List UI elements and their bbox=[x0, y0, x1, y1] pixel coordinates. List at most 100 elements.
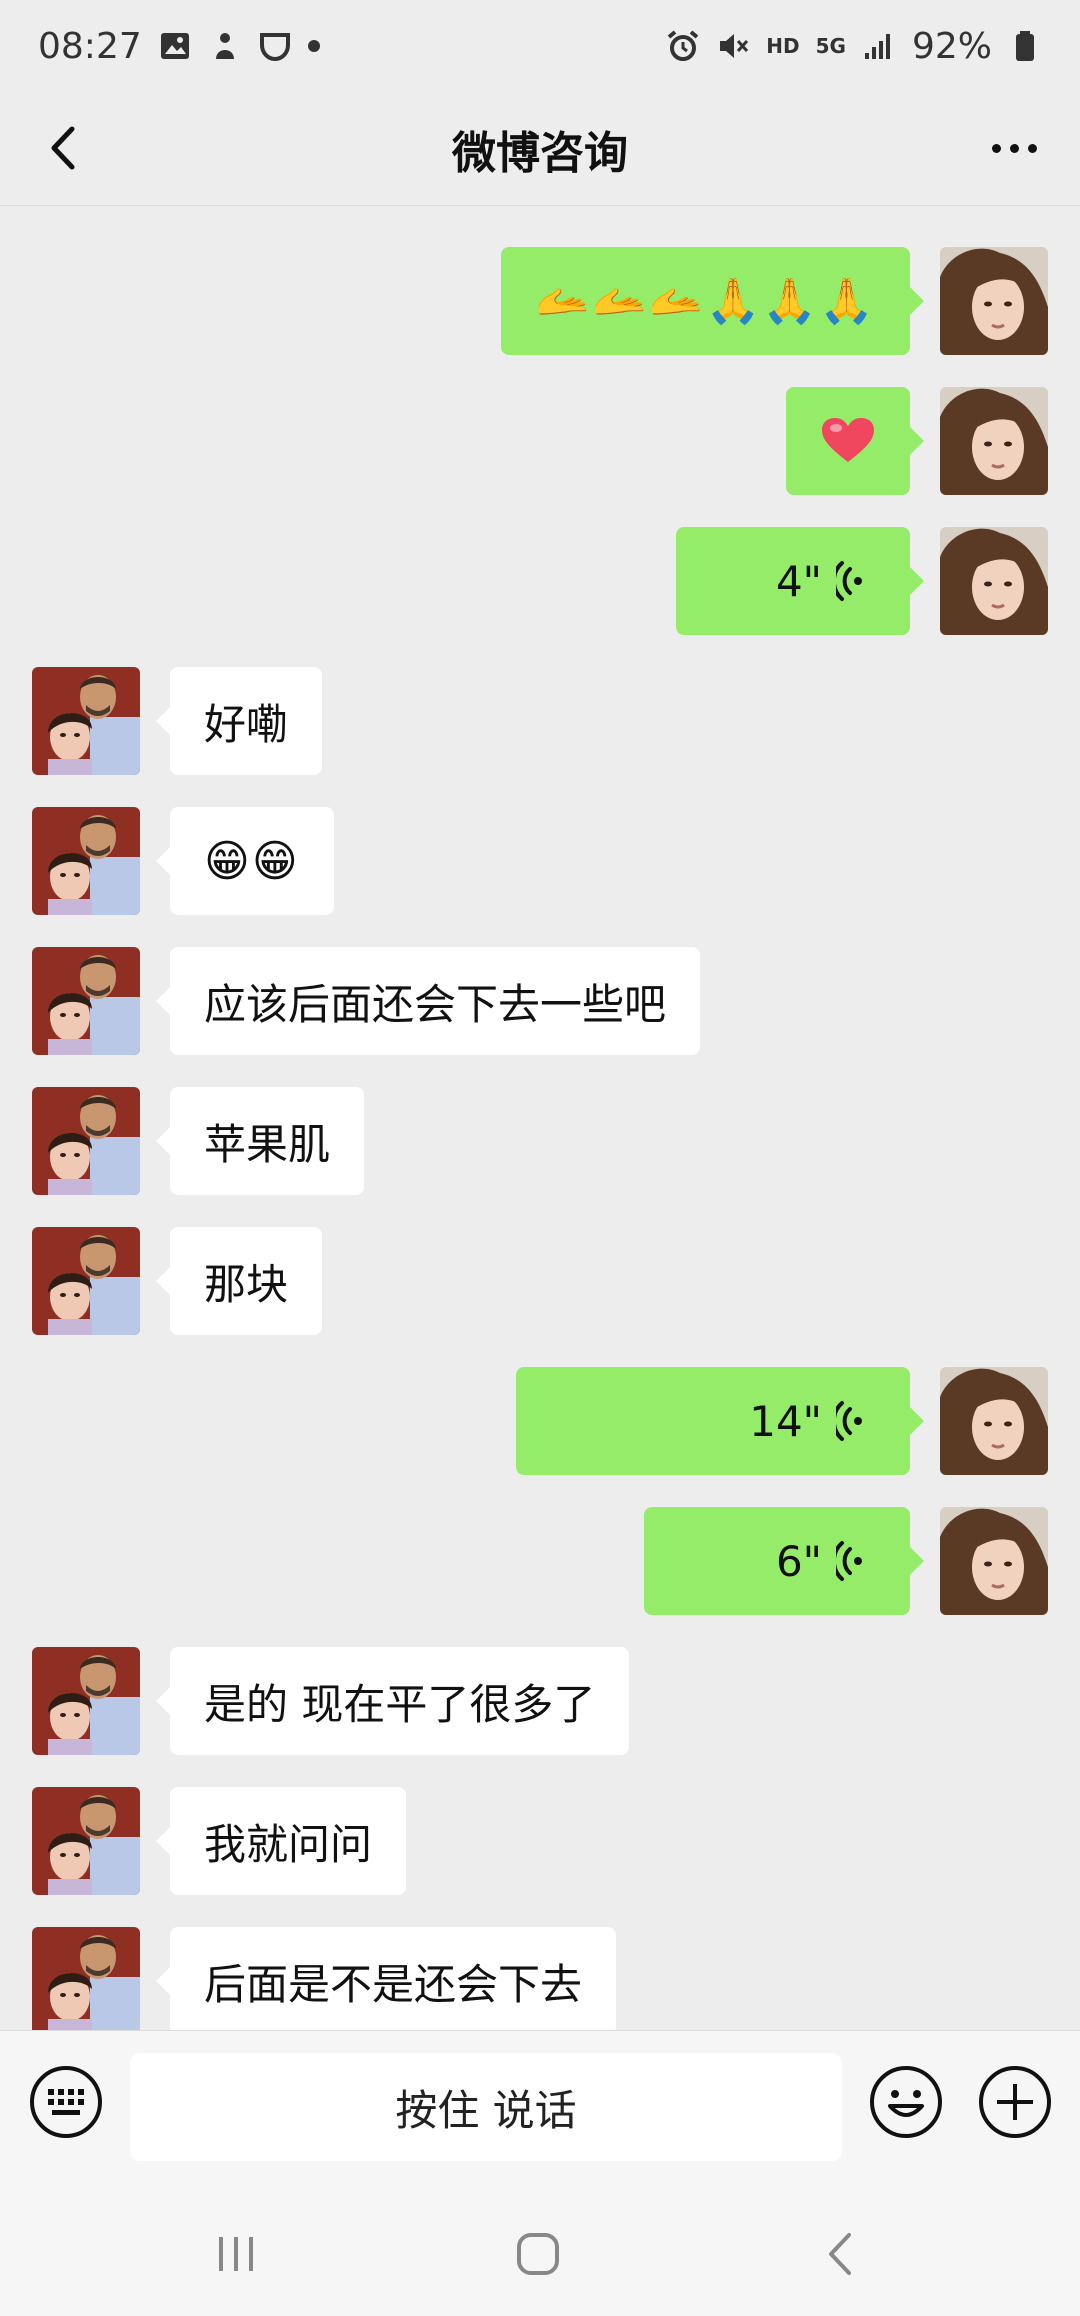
message-text: 🫴🫴🫴🙏🙏🙏 bbox=[535, 276, 876, 327]
contact-avatar[interactable] bbox=[32, 947, 140, 1055]
contact-avatar-image bbox=[32, 1647, 140, 1755]
contact-avatar[interactable] bbox=[32, 807, 140, 915]
plus-icon bbox=[979, 2066, 1051, 2138]
my-avatar[interactable] bbox=[940, 387, 1048, 495]
my-avatar[interactable] bbox=[940, 247, 1048, 355]
text-message-bubble[interactable]: 我就问问 bbox=[155, 1787, 407, 1895]
incoming-message: 苹果肌 bbox=[0, 1087, 1080, 1195]
message-text: 那块 bbox=[204, 1259, 289, 1309]
incoming-message: 我就问问 bbox=[0, 1787, 1080, 1895]
chat-screen: 08:27 HD 5G 92% 微博咨询 🫴🫴🫴🙏🙏🙏 4" 好嘞 😁😁 应该后… bbox=[0, 0, 1080, 2316]
more-dots-icon bbox=[991, 143, 1001, 153]
emoji-message-bubble[interactable]: 🫴🫴🫴🙏🙏🙏 bbox=[501, 247, 924, 355]
plus-button[interactable] bbox=[975, 2062, 1055, 2142]
contact-avatar[interactable] bbox=[32, 667, 140, 775]
smiley-icon bbox=[870, 2066, 942, 2138]
message-text: 😁😁 bbox=[204, 835, 300, 887]
keyboard-icon bbox=[30, 2066, 102, 2138]
text-message-bubble[interactable]: 后面是不是还会下去 bbox=[155, 1927, 617, 2030]
system-back-button[interactable] bbox=[802, 2214, 882, 2294]
emoji-button[interactable] bbox=[866, 2062, 946, 2142]
incoming-message: 😁😁 bbox=[0, 807, 1080, 915]
hold-to-talk-button[interactable]: 按住 说话 bbox=[130, 2053, 842, 2161]
voice-message-bubble[interactable]: 6" bbox=[644, 1507, 924, 1615]
message-text: 我就问问 bbox=[204, 1819, 373, 1869]
incoming-message: 后面是不是还会下去 bbox=[0, 1927, 1080, 2030]
message-text: 后面是不是还会下去 bbox=[204, 1959, 583, 2009]
message-text: 苹果肌 bbox=[204, 1119, 331, 1169]
heart-icon bbox=[822, 418, 874, 462]
outgoing-message: 4" bbox=[0, 527, 1080, 635]
network-5g: 5G bbox=[815, 34, 846, 58]
input-bar: 按住 说话 bbox=[0, 2030, 1080, 2184]
battery-percent: 92% bbox=[911, 25, 992, 67]
chat-header: 微博咨询 bbox=[0, 92, 1080, 206]
text-message-bubble[interactable]: 好嘞 bbox=[155, 667, 323, 775]
message-text: 应该后面还会下去一些吧 bbox=[204, 979, 667, 1029]
message-text: 是的 现在平了很多了 bbox=[204, 1679, 596, 1729]
text-message-bubble[interactable]: 应该后面还会下去一些吧 bbox=[155, 947, 701, 1055]
outgoing-message: 6" bbox=[0, 1507, 1080, 1615]
keyboard-button[interactable] bbox=[26, 2062, 106, 2142]
app-icon bbox=[215, 33, 234, 59]
voice-wave-icon bbox=[836, 561, 862, 601]
home-button[interactable] bbox=[498, 2214, 578, 2294]
status-bar: 08:27 HD 5G 92% bbox=[0, 0, 1080, 92]
back-button[interactable] bbox=[28, 112, 100, 184]
contact-avatar[interactable] bbox=[32, 1787, 140, 1895]
contact-avatar[interactable] bbox=[32, 1227, 140, 1335]
sticker-message-bubble[interactable] bbox=[786, 387, 924, 495]
voice-wave-icon bbox=[836, 1401, 862, 1441]
text-message-bubble[interactable]: 苹果肌 bbox=[155, 1087, 365, 1195]
home-icon bbox=[517, 2233, 559, 2275]
incoming-message: 应该后面还会下去一些吧 bbox=[0, 947, 1080, 1055]
contact-avatar-image bbox=[32, 947, 140, 1055]
incoming-message: 好嘞 bbox=[0, 667, 1080, 775]
mute-icon bbox=[720, 34, 749, 58]
gallery-icon bbox=[160, 33, 189, 59]
emoji-message-bubble[interactable]: 😁😁 bbox=[156, 807, 334, 915]
status-right: HD 5G 92% bbox=[666, 26, 1042, 67]
signal-icon bbox=[864, 34, 890, 59]
chat-title: 微博咨询 bbox=[452, 127, 628, 179]
voice-wave-icon bbox=[836, 1541, 862, 1581]
more-button[interactable] bbox=[978, 112, 1050, 184]
alarm-icon bbox=[668, 30, 699, 61]
contact-avatar-image bbox=[32, 667, 140, 775]
my-avatar[interactable] bbox=[940, 1507, 1048, 1615]
message-list[interactable]: 🫴🫴🫴🙏🙏🙏 4" 好嘞 😁😁 应该后面还会下去一些吧 苹果肌那块 14" 6" 是的 现在平了… bbox=[0, 207, 1080, 2030]
incoming-message: 那块 bbox=[0, 1227, 1080, 1335]
my-avatar[interactable] bbox=[940, 527, 1048, 635]
outgoing-message bbox=[0, 387, 1080, 495]
contact-avatar[interactable] bbox=[32, 1087, 140, 1195]
contact-avatar-image bbox=[940, 1507, 1048, 1615]
recent-apps-button[interactable] bbox=[196, 2214, 276, 2294]
voice-duration: 14" bbox=[749, 1396, 822, 1446]
battery-icon bbox=[1016, 31, 1034, 61]
recent-apps-icon bbox=[219, 2237, 253, 2271]
contact-avatar[interactable] bbox=[32, 1927, 140, 2030]
back-icon bbox=[829, 2233, 851, 2275]
voice-message-bubble[interactable]: 14" bbox=[516, 1367, 924, 1475]
status-time: 08:27 bbox=[38, 25, 142, 67]
contact-avatar-image bbox=[940, 1367, 1048, 1475]
contact-avatar[interactable] bbox=[32, 1647, 140, 1755]
contact-avatar-image bbox=[32, 807, 140, 915]
shield-icon bbox=[259, 33, 290, 62]
outgoing-message: 🫴🫴🫴🙏🙏🙏 bbox=[0, 247, 1080, 355]
contact-avatar-image bbox=[32, 1927, 140, 2030]
status-left: 08:27 bbox=[38, 26, 320, 67]
contact-avatar-image bbox=[32, 1227, 140, 1335]
system-nav-bar bbox=[0, 2184, 1080, 2316]
voice-message-bubble[interactable]: 4" bbox=[676, 527, 924, 635]
message-text: 好嘞 bbox=[204, 699, 289, 749]
chevron-left-icon bbox=[51, 126, 75, 170]
voice-duration: 6" bbox=[775, 1536, 822, 1586]
text-message-bubble[interactable]: 那块 bbox=[155, 1227, 323, 1335]
contact-avatar-image bbox=[940, 247, 1048, 355]
text-message-bubble[interactable]: 是的 现在平了很多了 bbox=[155, 1647, 630, 1755]
my-avatar[interactable] bbox=[940, 1367, 1048, 1475]
network-hd: HD bbox=[766, 34, 800, 58]
incoming-message: 是的 现在平了很多了 bbox=[0, 1647, 1080, 1755]
contact-avatar-image bbox=[940, 387, 1048, 495]
